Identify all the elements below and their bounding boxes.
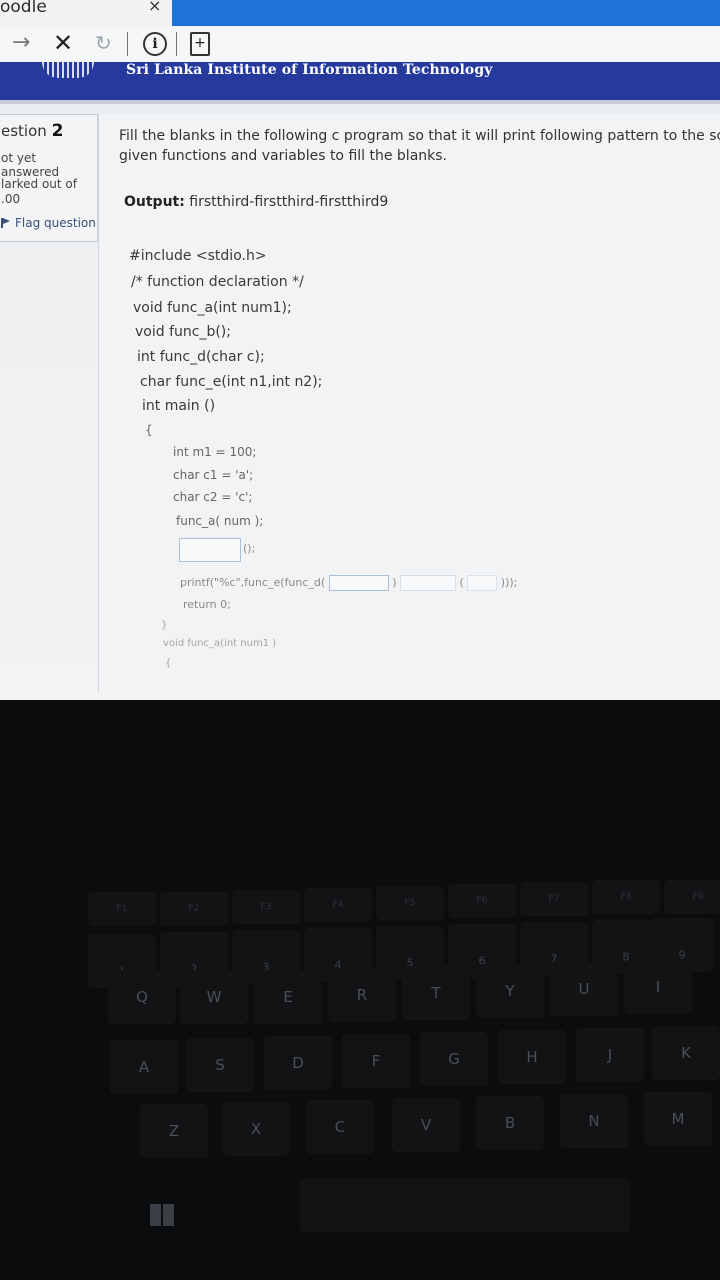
- key: B: [476, 1096, 544, 1150]
- blank-input[interactable]: [399, 575, 456, 591]
- key: U: [550, 962, 618, 1016]
- forward-icon[interactable]: →: [12, 30, 30, 55]
- code-line: /* function declaration */: [131, 274, 304, 290]
- key: T: [402, 966, 470, 1020]
- question-content: Fill the blanks in the following c progr…: [98, 114, 720, 692]
- code-line: void func_a(int num1 ): [163, 638, 277, 649]
- question-marks-value: .00: [1, 192, 21, 206]
- key: F6: [448, 884, 516, 918]
- site-name: Sri Lanka Institute of Information Techn…: [126, 62, 493, 78]
- question-number-value: 2: [51, 121, 64, 141]
- question-status: ot yet answered: [1, 151, 60, 179]
- tab-close-icon[interactable]: ×: [148, 0, 161, 15]
- blank-input[interactable]: [467, 575, 498, 591]
- laptop-keyboard: F1 F2 F3 F4 F5 F6 F7 F8 F9 ! 2 3 4 5 6 7…: [0, 880, 720, 1280]
- question-marks-label: larked out of: [1, 177, 77, 191]
- code-fragment: )));: [500, 576, 518, 589]
- code-line: int m1 = 100;: [173, 445, 257, 459]
- key: E: [254, 970, 322, 1024]
- flag-icon: [1, 218, 11, 228]
- question-marks: larked out of .00: [1, 177, 77, 207]
- key: M: [644, 1092, 712, 1146]
- key: W: [180, 970, 248, 1024]
- question-text-line: given functions and variables to fill th…: [119, 148, 448, 164]
- code-line: void func_b();: [135, 324, 231, 340]
- flag-question-link[interactable]: Flag question: [1, 216, 96, 230]
- spacebar-key: [300, 1178, 630, 1232]
- key: F2: [160, 892, 228, 926]
- laptop-screen: oodle × → ✕ ↻ i + Sri Lanka Institute of…: [0, 0, 720, 700]
- key: C: [306, 1100, 374, 1154]
- blank-input[interactable]: [179, 538, 241, 562]
- key: S: [186, 1038, 254, 1092]
- question-text-line: Fill the blanks in the following c progr…: [119, 128, 720, 144]
- key: D: [264, 1036, 332, 1090]
- code-line: char c2 = 'c';: [173, 490, 253, 504]
- code-line: ();: [243, 542, 256, 555]
- question-number: estion 2: [1, 121, 63, 141]
- code-line: int main (): [142, 398, 216, 414]
- key: N: [560, 1094, 628, 1148]
- key: F: [342, 1034, 410, 1088]
- site-header: Sri Lanka Institute of Information Techn…: [0, 62, 720, 100]
- code-fragment: printf("%c",func_e(func_d(: [180, 576, 326, 589]
- question-info-panel: estion 2 ot yet answered larked out of .…: [0, 114, 98, 242]
- key: F3: [232, 890, 300, 924]
- key: Z: [140, 1104, 208, 1158]
- flag-question-label: Flag question: [15, 216, 96, 230]
- key: I: [624, 960, 692, 1014]
- code-line: char func_e(int n1,int n2);: [140, 374, 323, 390]
- output-value: firstthird-firstthird-firstthird9: [189, 194, 389, 210]
- tab-title: oodle: [0, 0, 47, 17]
- code-line: }: [161, 620, 168, 631]
- key: J: [576, 1028, 644, 1082]
- windows-key-icon: [150, 1204, 174, 1226]
- browser-tab[interactable]: oodle ×: [0, 0, 172, 26]
- code-line: func_a( num );: [176, 514, 264, 528]
- browser-toolbar: → ✕ ↻ i +: [0, 26, 720, 62]
- toolbar-divider: [127, 32, 128, 56]
- code-fragment: ): [392, 576, 397, 589]
- code-line: void func_a(int num1);: [133, 300, 292, 316]
- site-logo[interactable]: [42, 62, 94, 78]
- key: F9: [664, 880, 720, 914]
- expected-output: Output: firstthird-firstthird-firstthird…: [124, 194, 388, 210]
- code-line: printf("%c",func_e(func_d( ) ( )));: [180, 575, 517, 591]
- reload-icon[interactable]: ↻: [95, 31, 112, 55]
- toolbar-divider: [176, 32, 177, 56]
- key: K: [652, 1026, 720, 1080]
- key: V: [392, 1098, 460, 1152]
- tab-strip: [172, 0, 720, 28]
- key: F1: [88, 892, 156, 926]
- key: F8: [592, 880, 660, 914]
- code-line: #include <stdio.h>: [129, 248, 267, 264]
- header-divider: [0, 100, 720, 104]
- code-line: {: [165, 658, 172, 669]
- key: F4: [304, 888, 372, 922]
- code-line: int func_d(char c);: [137, 349, 265, 365]
- key: H: [498, 1030, 566, 1084]
- page-icon[interactable]: +: [190, 32, 210, 56]
- key: F5: [376, 886, 444, 920]
- key: F7: [520, 882, 588, 916]
- code-line: return 0;: [183, 598, 231, 611]
- code-line: {: [145, 423, 153, 437]
- code-line: char c1 = 'a';: [173, 468, 254, 482]
- question-number-prefix: estion: [1, 122, 47, 140]
- key: A: [110, 1040, 178, 1094]
- info-icon[interactable]: i: [143, 32, 167, 56]
- code-fragment: (: [459, 576, 464, 589]
- stop-icon[interactable]: ✕: [53, 29, 73, 57]
- question-text: Fill the blanks in the following c progr…: [119, 126, 720, 166]
- key: R: [328, 968, 396, 1022]
- key: G: [420, 1032, 488, 1086]
- key: Q: [108, 970, 176, 1024]
- blank-input[interactable]: [328, 575, 389, 591]
- key: Y: [476, 964, 544, 1018]
- output-label: Output:: [124, 194, 185, 210]
- key: X: [222, 1102, 290, 1156]
